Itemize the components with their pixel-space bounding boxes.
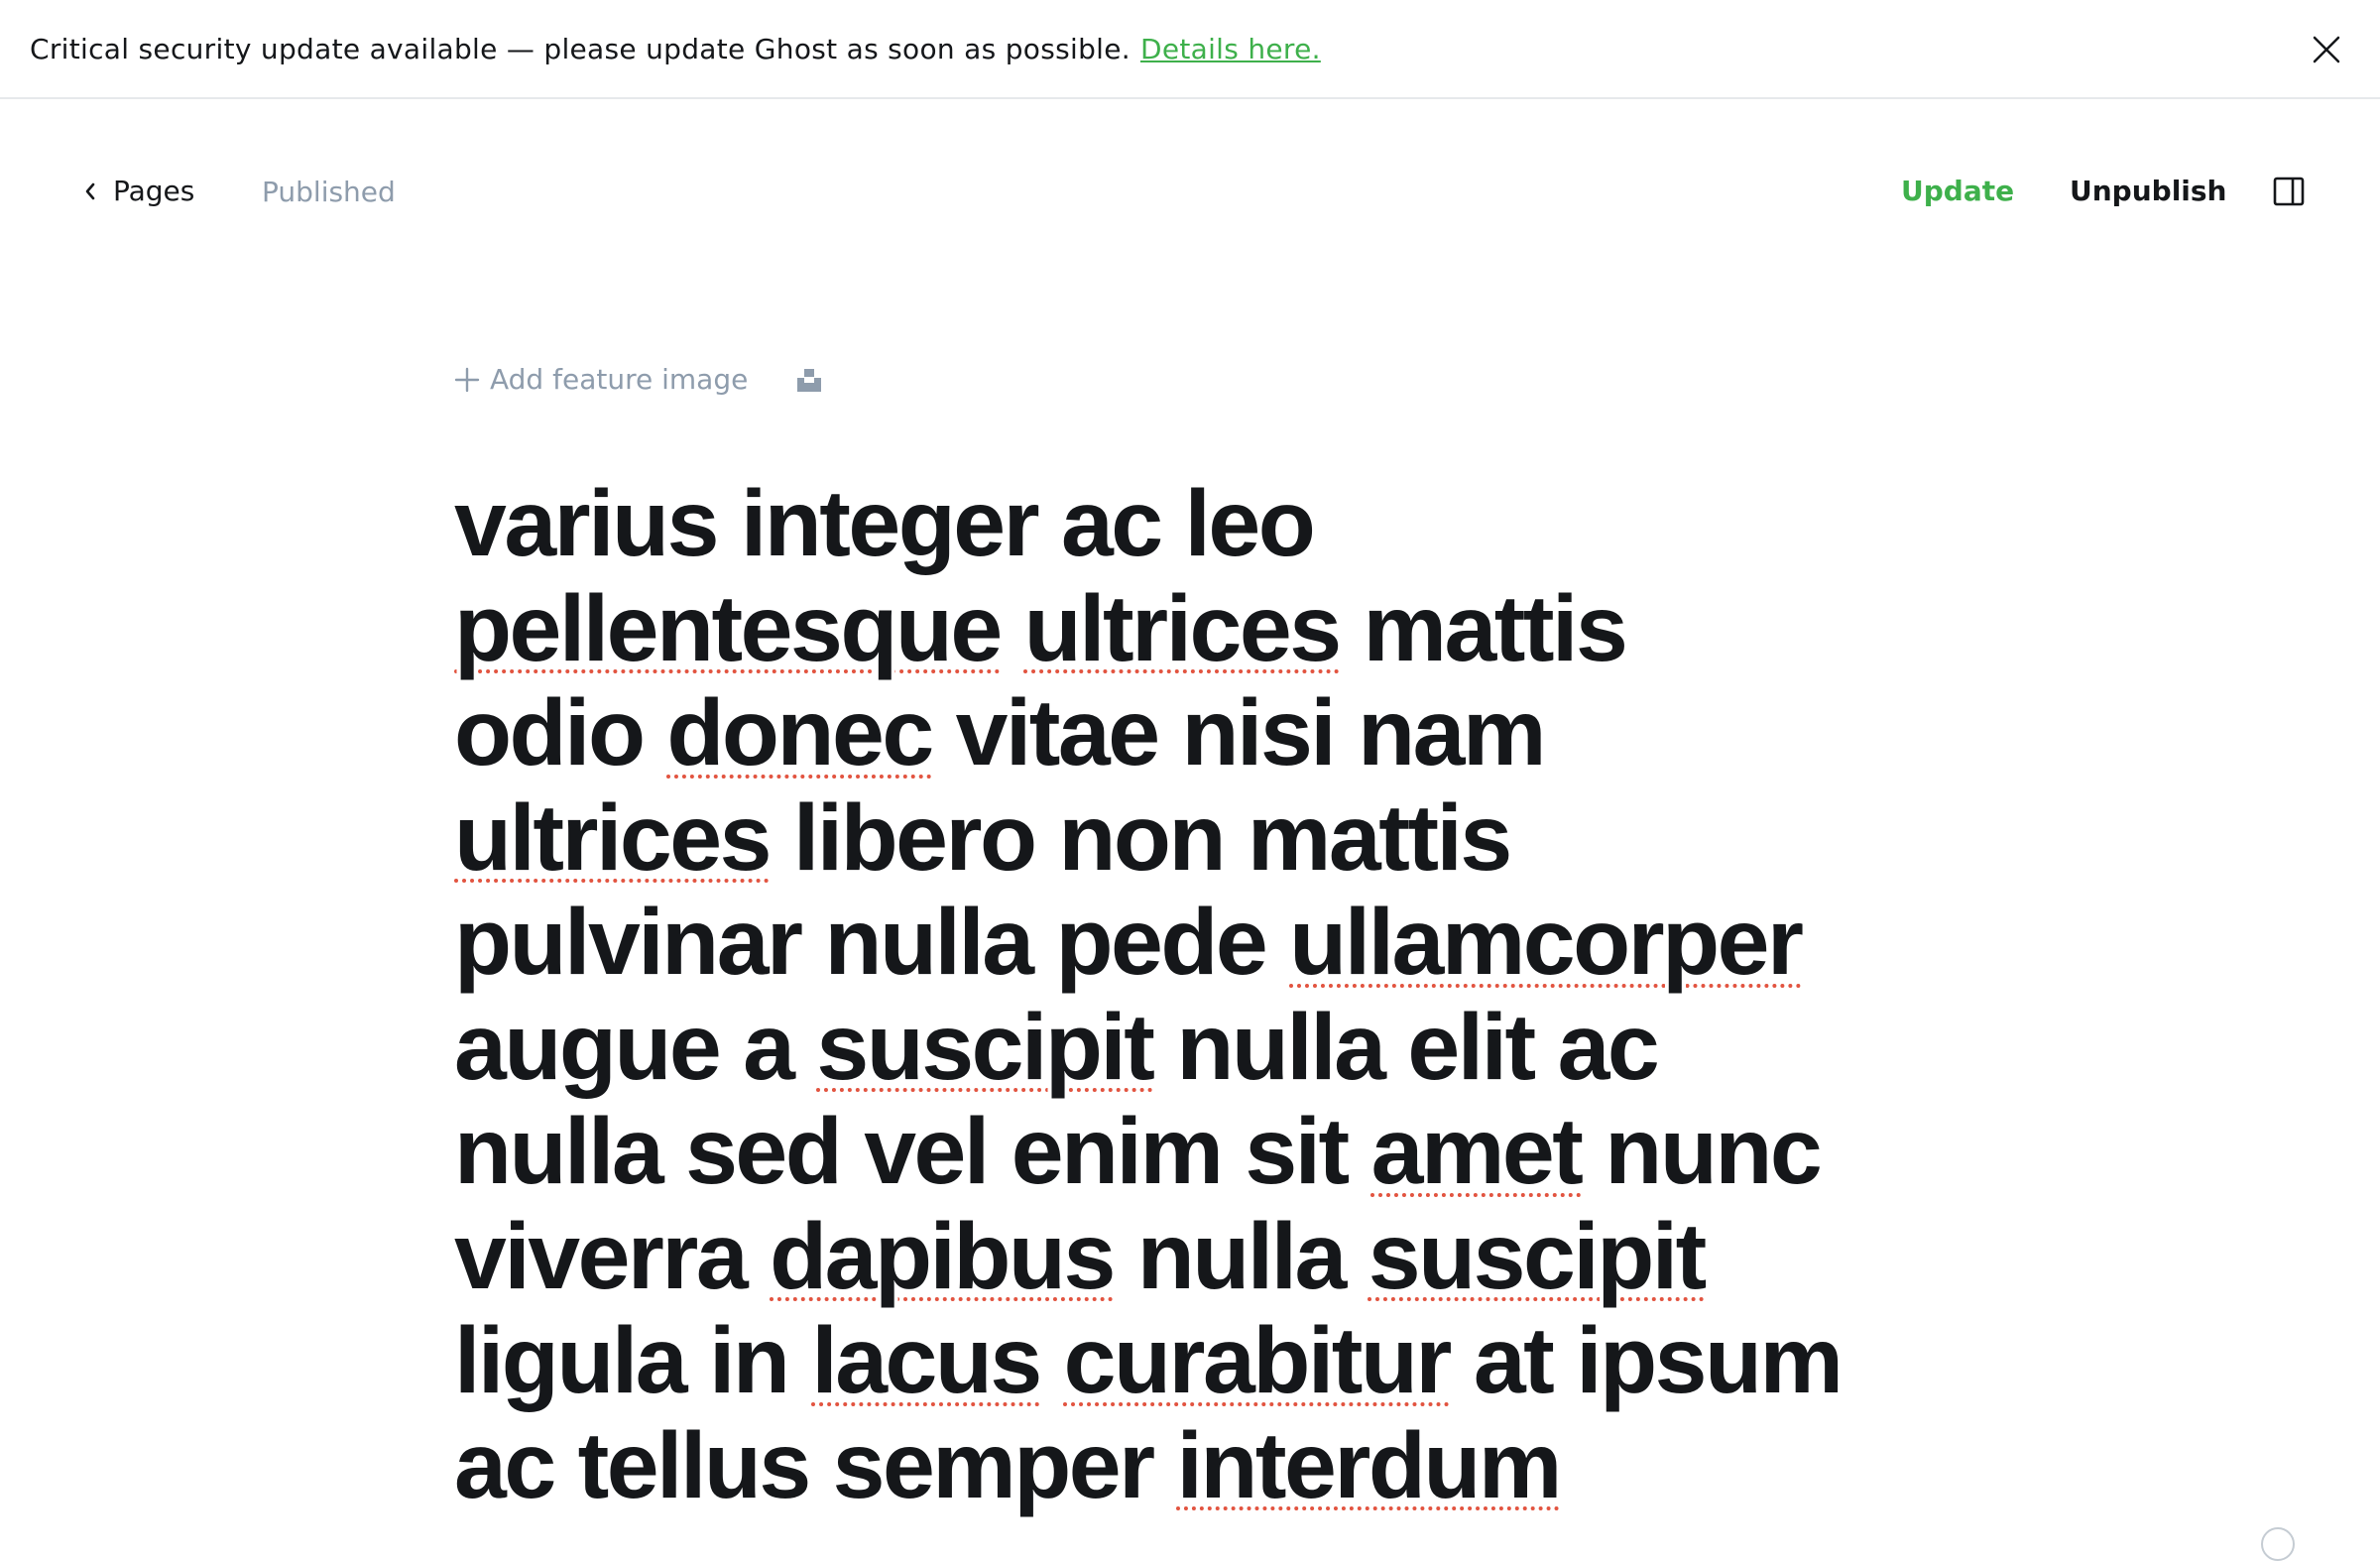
feature-image-row: Add feature image — [454, 363, 823, 396]
title-line: varius integer ac leo — [454, 471, 1962, 577]
misspelled-word: ultrices — [1023, 575, 1342, 681]
misspelled-word: suscipit — [816, 994, 1155, 1100]
title-line: viverra dapibus nulla suscipit — [454, 1203, 1962, 1310]
misspelled-word: ultrices — [454, 784, 772, 891]
title-word: ac — [1060, 471, 1163, 576]
title-word: nulla — [454, 1099, 664, 1204]
back-link-label: Pages — [113, 175, 195, 207]
title-word: vel — [864, 1099, 990, 1204]
title-word: nunc — [1605, 1099, 1822, 1204]
security-alert-banner: Critical security update available — ple… — [0, 0, 2380, 99]
plus-icon — [454, 367, 480, 392]
post-status: Published — [262, 176, 396, 208]
title-word: nulla — [824, 890, 1034, 995]
title-word: mattis — [1363, 575, 1627, 681]
title-line: pulvinar nulla pede ullamcorper — [454, 890, 1962, 996]
title-line: pellentesque ultrices mattis — [454, 575, 1962, 682]
misspelled-word: dapibus — [770, 1203, 1116, 1309]
title-word: semper — [832, 1412, 1155, 1518]
misspelled-word: donec — [666, 680, 934, 785]
title-word: non — [1058, 784, 1226, 891]
title-word: tellus — [577, 1412, 812, 1518]
editor-header: Pages Published Update Unpublish — [0, 99, 2380, 288]
title-word: sit — [1245, 1099, 1350, 1204]
close-icon[interactable] — [2309, 32, 2344, 67]
chevron-left-icon — [85, 182, 95, 199]
title-word: pede — [1055, 890, 1268, 995]
title-word: enim — [1011, 1099, 1224, 1204]
misspelled-word: pellentesque — [454, 575, 1003, 681]
title-word: ipsum — [1576, 1308, 1844, 1413]
title-line: ultrices libero non mattis — [454, 784, 1962, 892]
sidebar-toggle-icon[interactable] — [2273, 177, 2305, 206]
title-line: augue a suscipit nulla elit ac — [454, 994, 1962, 1101]
unsplash-icon[interactable] — [795, 366, 823, 394]
title-word: odio — [454, 680, 646, 785]
title-line: odio donec vitae nisi nam — [454, 680, 1962, 786]
back-to-pages-link[interactable]: Pages — [83, 175, 194, 207]
title-word: ac — [1557, 994, 1660, 1100]
title-word: sed — [685, 1099, 843, 1204]
misspelled-word: lacus — [811, 1308, 1042, 1413]
post-title[interactable]: varius integer ac leo pellentesque ultric… — [454, 471, 1962, 1519]
misspelled-word: curabitur — [1063, 1308, 1453, 1413]
title-word: a — [743, 994, 795, 1100]
alert-details-link[interactable]: Details here. — [1140, 33, 1321, 65]
alert-message: Critical security update available — ple… — [30, 32, 1130, 65]
title-word: libero — [792, 784, 1037, 891]
add-feature-image-label: Add feature image — [490, 363, 749, 396]
title-line: ligula in lacus curabitur at ipsum — [454, 1308, 1962, 1414]
misspelled-word: ullamcorper — [1289, 890, 1804, 995]
title-line: ac tellus semper interdum — [454, 1412, 1962, 1519]
title-word: at — [1473, 1308, 1555, 1413]
unpublish-button[interactable]: Unpublish — [2070, 175, 2226, 207]
misspelled-word: interdum — [1176, 1412, 1563, 1518]
title-word: leo — [1184, 471, 1316, 576]
title-word: viverra — [454, 1203, 749, 1309]
misspelled-word: amet — [1370, 1099, 1584, 1204]
title-word: ac — [454, 1412, 556, 1518]
title-word: nam — [1358, 680, 1546, 785]
misspelled-word: suscipit — [1368, 1203, 1708, 1309]
title-word: augue — [454, 994, 722, 1100]
title-word: in — [708, 1308, 790, 1413]
title-word: elit — [1407, 994, 1536, 1100]
title-word: pulvinar — [454, 890, 803, 995]
title-word: varius — [454, 471, 719, 576]
help-icon[interactable] — [2261, 1527, 2295, 1561]
title-word: vitae — [955, 680, 1161, 785]
add-feature-image-button[interactable]: Add feature image — [454, 363, 748, 396]
title-word: mattis — [1247, 784, 1512, 891]
title-line: nulla sed vel enim sit amet nunc — [454, 1099, 1962, 1205]
update-button[interactable]: Update — [1901, 175, 2014, 207]
title-word: ligula — [454, 1308, 688, 1413]
title-word: integer — [740, 471, 1040, 576]
title-word: nulla — [1136, 1203, 1348, 1309]
title-word: nisi — [1181, 680, 1337, 785]
title-word: nulla — [1176, 994, 1386, 1100]
